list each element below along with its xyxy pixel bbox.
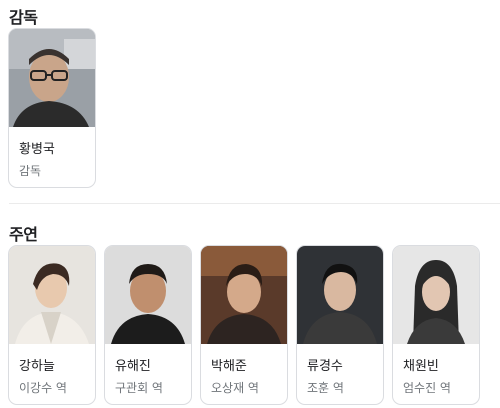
person-card-cast-5[interactable]: 채원빈 엄수진 역 — [392, 245, 480, 405]
person-card-director-1[interactable]: 황병국 감독 — [8, 28, 96, 188]
person-name: 강하늘 — [19, 359, 55, 374]
person-card-cast-2[interactable]: 유해진 구관회 역 — [104, 245, 192, 405]
person-photo — [297, 246, 383, 344]
person-role: 구관회 역 — [115, 381, 163, 395]
person-photo — [105, 246, 191, 344]
person-photo — [9, 29, 95, 127]
person-name: 채원빈 — [403, 359, 439, 374]
person-card-cast-4[interactable]: 류경수 조훈 역 — [296, 245, 384, 405]
person-name: 류경수 — [307, 359, 343, 374]
person-name: 유해진 — [115, 359, 151, 374]
person-role: 엄수진 역 — [403, 381, 451, 395]
section-title-cast: 주연 — [9, 225, 38, 244]
section-title-director: 감독 — [9, 8, 38, 27]
person-photo — [9, 246, 95, 344]
person-role: 감독 — [19, 164, 42, 178]
section-divider — [9, 203, 500, 204]
person-card-cast-1[interactable]: 강하늘 이강수 역 — [8, 245, 96, 405]
person-card-cast-3[interactable]: 박해준 오상재 역 — [200, 245, 288, 405]
person-photo — [201, 246, 287, 344]
person-name: 박해준 — [211, 359, 247, 374]
person-name: 황병국 — [19, 142, 55, 157]
person-role: 조훈 역 — [307, 381, 344, 395]
person-role: 이강수 역 — [19, 381, 67, 395]
person-role: 오상재 역 — [211, 381, 259, 395]
person-photo — [393, 246, 479, 344]
